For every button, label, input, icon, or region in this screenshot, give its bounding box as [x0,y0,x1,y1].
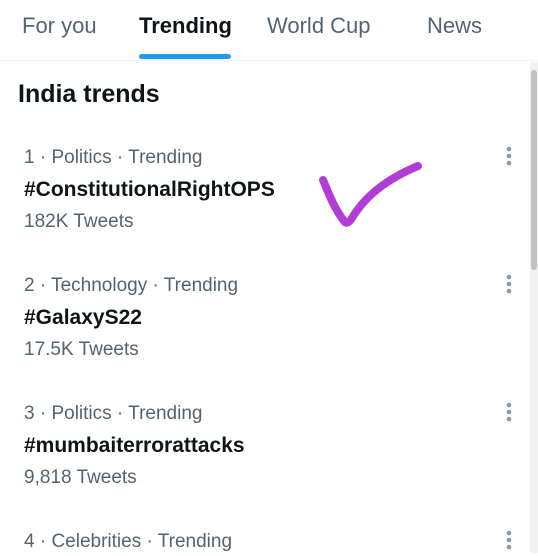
trend-name[interactable]: #ConstitutionalRightOPS [24,176,275,204]
explore-tab-bar: For you Trending World Cup News [0,0,538,61]
trend-meta: 1 · Politics · Trending [24,147,203,168]
trend-item-2[interactable]: 2 · Technology · Trending #GalaxyS22 17.… [0,274,528,402]
active-tab-indicator [139,54,231,59]
tab-world-cup[interactable]: World Cup [267,12,371,40]
trend-item-1[interactable]: 1 · Politics · Trending #ConstitutionalR… [0,146,528,274]
more-options-icon[interactable] [498,142,520,172]
trend-name[interactable]: #mumbaiterrorattacks [24,432,245,460]
trend-meta: 4 · Celebrities · Trending [24,531,233,552]
trend-count: 182K Tweets [24,211,134,232]
tab-news[interactable]: News [427,12,482,40]
scrollbar-thumb[interactable] [531,70,537,270]
trend-name[interactable]: #GalaxyS22 [24,304,142,332]
trend-item-4[interactable]: 4 · Celebrities · Trending [0,530,528,553]
more-options-icon[interactable] [498,526,520,556]
section-title: India trends [18,80,160,108]
trend-meta: 3 · Politics · Trending [24,403,203,424]
tab-for-you[interactable]: For you [22,12,97,40]
trend-count: 9,818 Tweets [24,467,137,488]
trend-count: 17.5K Tweets [24,339,139,360]
trend-meta: 2 · Technology · Trending [24,275,239,296]
tab-trending[interactable]: Trending [139,12,232,40]
scrollbar[interactable] [530,62,538,553]
more-options-icon[interactable] [498,270,520,300]
more-options-icon[interactable] [498,398,520,428]
trend-item-3[interactable]: 3 · Politics · Trending #mumbaiterroratt… [0,402,528,530]
